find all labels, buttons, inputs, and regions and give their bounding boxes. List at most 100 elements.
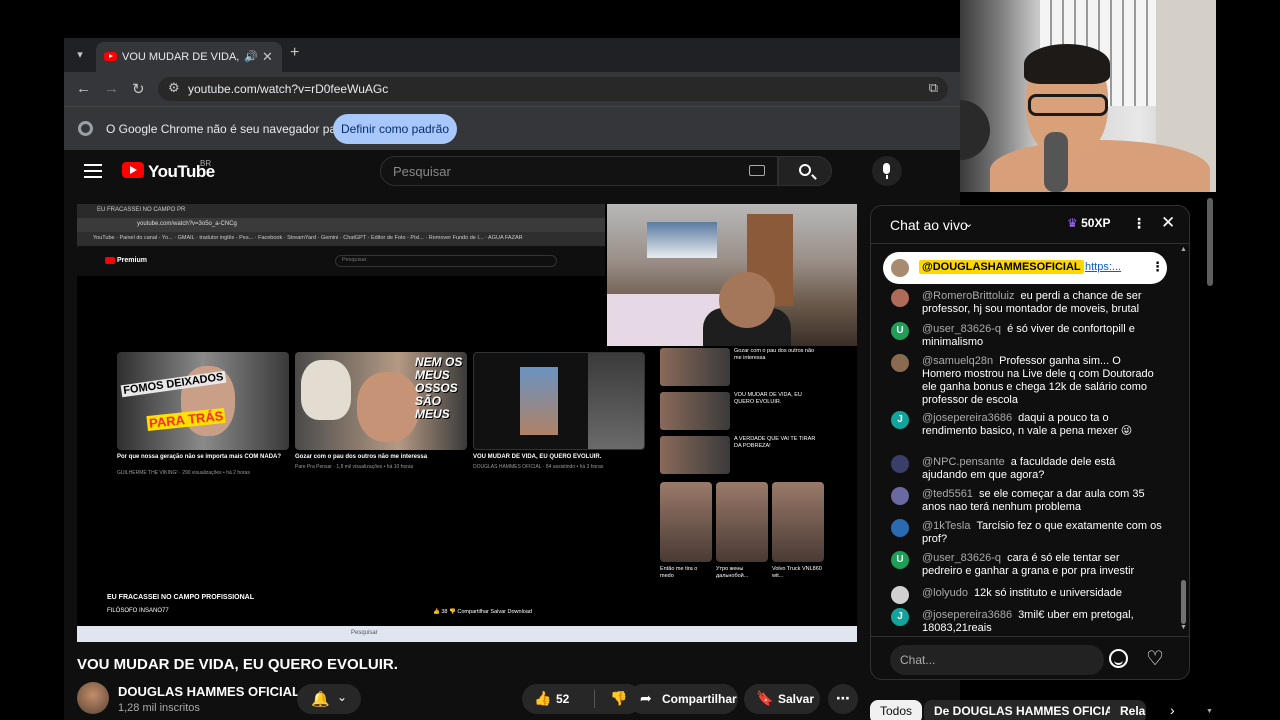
chip-from-channel[interactable]: De DOUGLAS HAMMES OFICIAL (924, 700, 1131, 720)
chat-message-body: @1kTesla Tarcísio fez o que exatamente co… (922, 520, 1162, 546)
pinned-link[interactable]: https:... (1085, 261, 1121, 273)
chat-author-name[interactable]: @ted5561 (922, 488, 973, 500)
inner-webcam-person (719, 272, 775, 328)
chat-author-name[interactable]: @user_83626-q (922, 323, 1001, 335)
chat-input-placeholder: Chat... (900, 653, 936, 667)
chat-mode-selector[interactable]: Chat ao vivo (890, 217, 968, 233)
chevron-down-icon: ⌄ (337, 690, 348, 704)
chevron-down-icon[interactable]: ⌄ (964, 217, 973, 230)
forward-button[interactable]: → (104, 80, 119, 97)
chat-scrollbar[interactable]: ▲ ▼ (1180, 246, 1187, 631)
chat-author-name[interactable]: @RomeroBrittoluiz (922, 290, 1014, 302)
chip-all[interactable]: Todos (870, 700, 923, 720)
recorded-search-box: Pesquisar (335, 255, 557, 267)
chevron-right-icon[interactable]: › (1170, 702, 1175, 718)
save-icon: 🔖 (756, 690, 774, 706)
page-scrollbar[interactable]: ▼ (1206, 190, 1214, 720)
chat-author-avatar[interactable]: J (891, 608, 909, 626)
youtube-page: YouTube BR Pesquisar EU FRACASSEI NO CAM… (64, 150, 960, 720)
webcam-person-glasses (1028, 94, 1108, 116)
recorded-video-meta-2: Pare Pra Pensar · 1,8 mil visualizações … (295, 464, 414, 470)
save-button[interactable]: 🔖 Salvar (744, 684, 820, 714)
pinned-message[interactable]: @DOUGLASHAMMESOFICIAL https:... ⋮ (883, 252, 1167, 284)
chat-author-avatar[interactable] (891, 519, 909, 537)
search-input[interactable]: Pesquisar (380, 156, 778, 186)
infobar-text: O Google Chrome não é seu navegador padr… (106, 122, 361, 136)
site-settings-icon[interactable]: ⚙ (168, 80, 180, 96)
chat-scroll-thumb[interactable] (1181, 580, 1186, 624)
screen-recording-youtube-header: Premium Pesquisar (77, 246, 605, 276)
new-tab-button[interactable]: + (290, 44, 299, 62)
chip-related[interactable]: Relac (1110, 700, 1146, 720)
search-placeholder: Pesquisar (393, 164, 451, 179)
more-actions-button[interactable]: ⋯ (828, 684, 858, 714)
chat-close-icon[interactable]: ✕ (1161, 213, 1175, 233)
search-button[interactable] (778, 156, 832, 186)
chat-input[interactable]: Chat... (890, 645, 1104, 675)
recorded-taskbar-search: Pesquisar (351, 630, 378, 636)
tab-list-button[interactable]: ▾ (70, 45, 90, 65)
recorded-windows-taskbar: Pesquisar (77, 626, 857, 642)
voice-search-mic-icon[interactable] (872, 156, 902, 186)
chat-message-body: @ted5561 se ele começar a dar aula com 35… (922, 488, 1162, 514)
channel-name[interactable]: DOUGLAS HAMMES OFICIAL (118, 684, 300, 699)
tab-strip: ▾ VOU MUDAR DE VIDA, EU Q 🔊 ✕ + (64, 38, 960, 72)
back-button[interactable]: ← (76, 80, 91, 97)
chat-author-name[interactable]: @user_83626-q (922, 552, 1001, 564)
heart-icon[interactable]: ♡ (1146, 646, 1164, 671)
pinned-options-icon[interactable]: ⋮ (1151, 259, 1164, 275)
thumbnail-person (520, 367, 558, 435)
recorded-thumbnail-1: FOMOS DEIXADOS PARA TRÁS (117, 352, 289, 450)
channel-avatar[interactable] (77, 682, 109, 714)
dislike-icon[interactable]: 👎 (610, 690, 627, 707)
menu-icon[interactable] (84, 164, 102, 178)
chat-author-avatar[interactable] (891, 586, 909, 604)
video-player[interactable]: EU FRACASSEI NO CAMPO PR youtube.com/wat… (77, 204, 857, 642)
notification-bell-button[interactable]: 🔔 ⌄ (297, 684, 361, 714)
chat-author-name[interactable]: @josepereira3686 (922, 412, 1012, 424)
webcam-person-hair (1024, 44, 1110, 84)
set-default-button[interactable]: Definir como padrão (333, 114, 457, 144)
browser-tab-active[interactable]: VOU MUDAR DE VIDA, EU Q 🔊 ✕ (96, 42, 282, 72)
chat-options-icon[interactable]: ⋮ (1132, 215, 1146, 232)
chat-author-avatar[interactable] (891, 354, 909, 372)
chat-author-name[interactable]: @NPC.pensante (922, 456, 1005, 468)
chat-author-name[interactable]: @josepereira3686 (922, 609, 1012, 621)
address-bar[interactable]: ⚙ youtube.com/watch?v=rD0feeWuAGc ⧉ (158, 77, 948, 101)
page-scroll-thumb[interactable] (1207, 198, 1213, 286)
chat-message-text: 12k só instituto e universidade (974, 587, 1123, 599)
recorded-video-meta-1: GUILHERME THE VIKING! · 290 visualizaçõe… (117, 470, 250, 476)
like-icon[interactable]: 👍 (534, 690, 551, 707)
chat-author-name[interactable]: @lolyudo (922, 587, 968, 599)
chat-author-name[interactable]: @1kTesla (922, 520, 970, 532)
recorded-video-title: EU FRACASSEI NO CAMPO PROFISSIONAL (107, 594, 255, 601)
recorded-short-title: Então me tira o medo (660, 566, 698, 579)
address-url[interactable]: youtube.com/watch?v=rD0feeWuAGc (188, 82, 388, 96)
like-dislike-button[interactable]: 👍 52 👎 (522, 684, 642, 714)
chat-header: Chat ao vivo ⌄ ♛ 50XP ⋮ ✕ (871, 206, 1189, 244)
chat-author-avatar[interactable]: J (891, 411, 909, 429)
keyboard-icon[interactable] (749, 165, 765, 176)
chat-author-avatar[interactable] (891, 487, 909, 505)
youtube-logo-icon[interactable] (122, 162, 144, 178)
scroll-down-icon[interactable]: ▼ (1180, 624, 1187, 631)
rec-title: Gozar com o pau dos outros não me intere… (734, 348, 815, 361)
tab-close-icon[interactable]: ✕ (262, 49, 273, 65)
chat-author-name[interactable]: @samuelq28n (922, 355, 993, 367)
share-label: Compartilhar (662, 692, 737, 706)
install-app-icon[interactable]: ⧉ (929, 80, 938, 96)
chat-author-avatar[interactable]: U (891, 322, 909, 340)
page-scroll-down-icon[interactable]: ▼ (1206, 708, 1213, 715)
tab-audio-icon[interactable]: 🔊 (244, 50, 258, 63)
reload-button[interactable]: ↻ (132, 80, 145, 98)
share-button[interactable]: ➦ Compartilhar (628, 684, 738, 714)
rec-title: VOU MUDAR DE VIDA, EU QUERO EVOLUIR. (734, 392, 802, 405)
chat-author-avatar[interactable]: U (891, 551, 909, 569)
chat-author-avatar[interactable] (891, 289, 909, 307)
chat-message-body: @samuelq28n Professor ganha sim... O Home… (922, 355, 1162, 407)
xp-badge[interactable]: ♛ 50XP (1067, 216, 1110, 230)
scroll-up-icon[interactable]: ▲ (1180, 246, 1187, 253)
emoji-icon[interactable] (1109, 649, 1128, 668)
save-label: Salvar (778, 692, 815, 706)
chat-author-avatar[interactable] (891, 455, 909, 473)
